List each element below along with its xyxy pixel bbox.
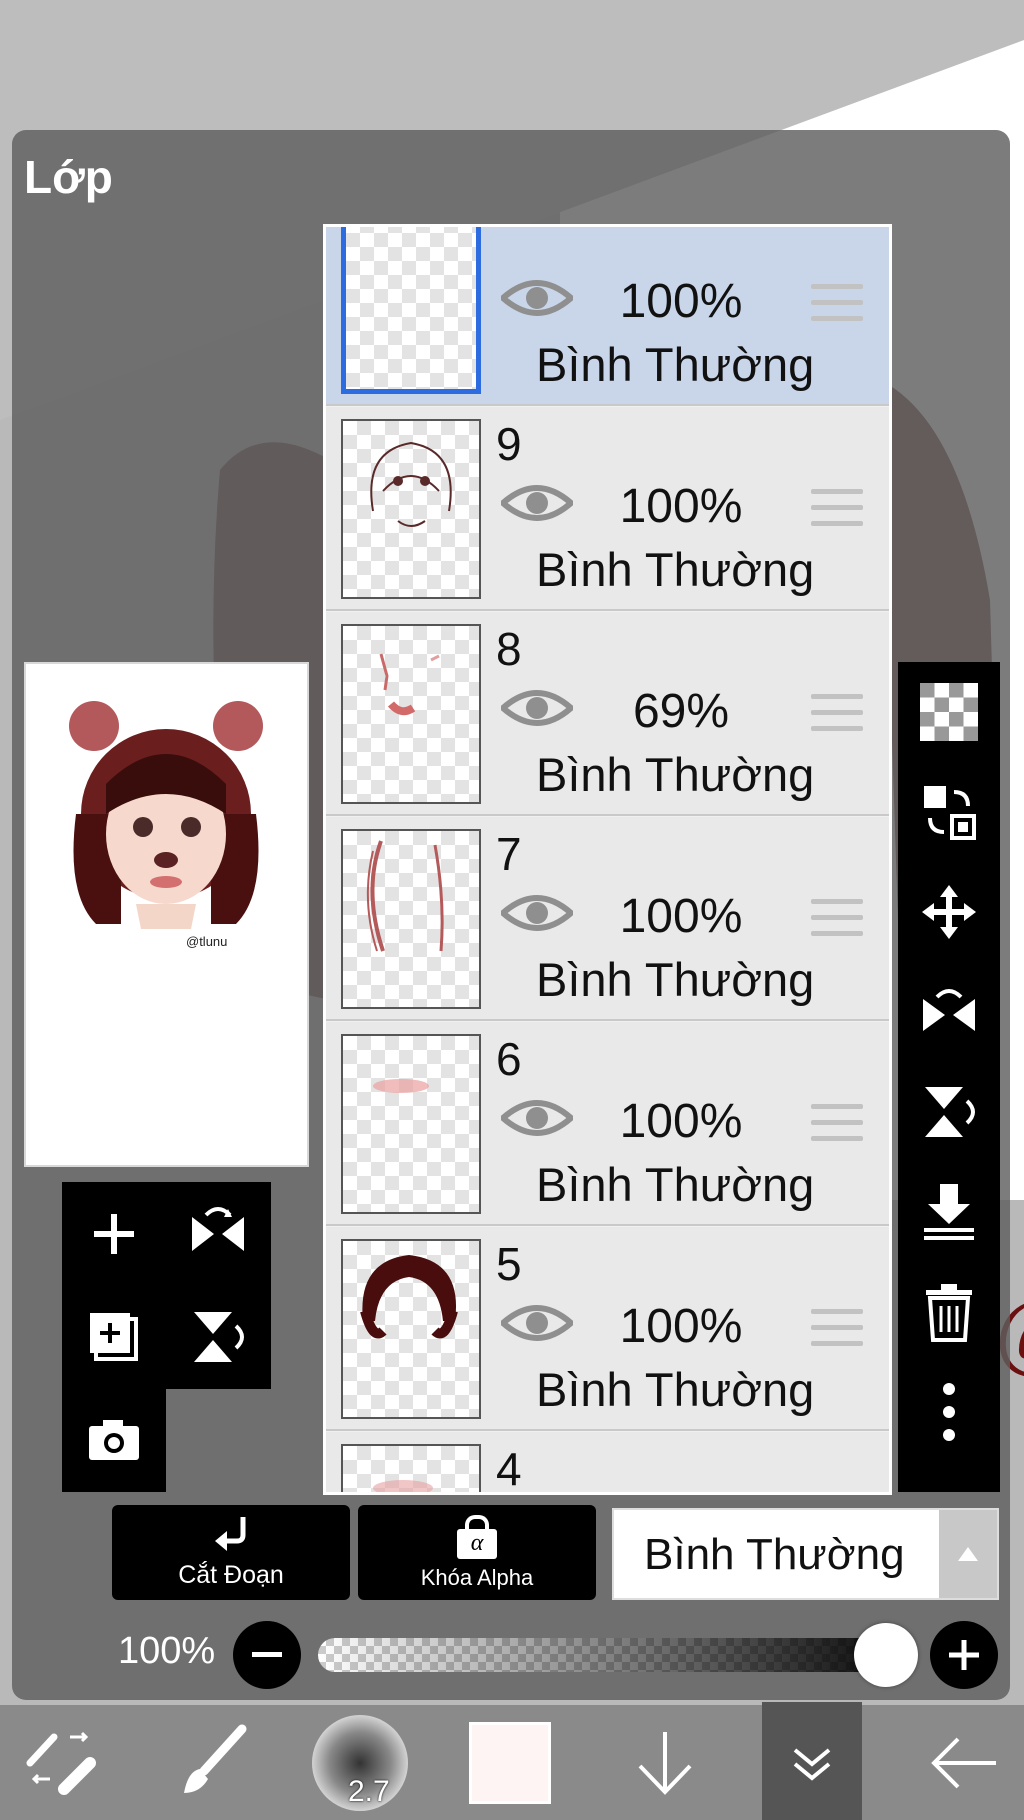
layer-row[interactable]: 9 100% Bình Thường: [326, 407, 889, 611]
layer-row[interactable]: 5 100% Bình Thường: [326, 1227, 889, 1431]
visibility-eye-icon[interactable]: [501, 479, 573, 527]
panel-title: Lớp: [24, 151, 113, 203]
drag-handle-icon[interactable]: [811, 489, 863, 537]
layer-thumbnail[interactable]: [341, 419, 481, 599]
brush-icon[interactable]: [150, 1705, 270, 1820]
trash-icon[interactable]: [898, 1262, 1000, 1362]
blend-mode-value: Bình Thường: [644, 1530, 905, 1579]
visibility-eye-icon[interactable]: [501, 684, 573, 732]
drag-handle-icon[interactable]: [811, 284, 863, 332]
visibility-eye-icon[interactable]: [501, 889, 573, 937]
layer-name: 8: [496, 623, 522, 675]
drag-handle-icon[interactable]: [811, 1104, 863, 1152]
layer-row[interactable]: 7 100% Bình Thường: [326, 817, 889, 1021]
layer-thumbnail[interactable]: [341, 1034, 481, 1214]
drag-handle-icon[interactable]: [811, 899, 863, 947]
brush-size-value: 2.7: [348, 1774, 390, 1808]
layer-opacity[interactable]: 100%: [576, 479, 786, 534]
layer-thumbnail[interactable]: [341, 1444, 481, 1492]
flip-horizontal-icon[interactable]: [166, 1182, 270, 1285]
layer-row[interactable]: 8 69% Bình Thường: [326, 612, 889, 816]
layer-opacity[interactable]: 100%: [576, 889, 786, 944]
layer-opacity[interactable]: 100%: [576, 274, 786, 329]
opacity-slider-handle[interactable]: [854, 1623, 918, 1687]
layer-row[interactable]: 6 100% Bình Thường: [326, 1022, 889, 1226]
layer-row[interactable]: 100% Bình Thường: [326, 227, 889, 406]
alpha-lock-button[interactable]: α Khóa Alpha: [358, 1505, 596, 1600]
clipping-label: Cắt Đoạn: [178, 1561, 284, 1589]
layer-blend-mode[interactable]: Bình Thường: [536, 542, 814, 597]
tools-icon[interactable]: [0, 1705, 120, 1820]
artwork-preview: @tlunu: [69, 701, 263, 949]
chevron-up-icon[interactable]: [939, 1510, 997, 1598]
opacity-slider[interactable]: [318, 1638, 918, 1672]
layer-name: 6: [496, 1033, 522, 1085]
layer-thumbnail[interactable]: [341, 829, 481, 1009]
clipping-icon: [215, 1517, 246, 1551]
layer-thumbnail[interactable]: [341, 1239, 481, 1419]
layer-name: 7: [496, 828, 522, 880]
alpha-lock-label: Khóa Alpha: [420, 1564, 534, 1590]
swap-layers-icon[interactable]: [898, 762, 1000, 862]
opacity-increase-button[interactable]: [930, 1621, 998, 1689]
brush-size-icon[interactable]: 2.7: [305, 1705, 415, 1820]
merge-down-icon[interactable]: [898, 1162, 1000, 1262]
flip-h-icon[interactable]: [898, 962, 1000, 1062]
blend-mode-select[interactable]: Bình Thường: [612, 1508, 999, 1600]
plus-icon[interactable]: [62, 1182, 166, 1285]
camera-icon[interactable]: [62, 1388, 166, 1492]
layer-blend-mode[interactable]: Bình Thường: [536, 337, 814, 392]
opacity-label: 100%: [118, 1630, 216, 1672]
layer-list[interactable]: 100% Bình Thường 9 100% Bình Thường 8 69% Bình …: [323, 224, 892, 1495]
layer-thumbnail[interactable]: [341, 227, 481, 394]
layer-blend-mode[interactable]: Bình Thường: [536, 1362, 814, 1417]
down-arrow-icon[interactable]: [610, 1705, 720, 1820]
layer-tools-right: [898, 662, 1000, 1492]
layer-name: 5: [496, 1238, 522, 1290]
transparency-icon[interactable]: [898, 662, 1000, 762]
layer-name: 4: [496, 1443, 522, 1495]
layer-opacity[interactable]: 100%: [576, 1299, 786, 1354]
more-icon[interactable]: [898, 1362, 1000, 1462]
layer-blend-mode[interactable]: Bình Thường: [536, 952, 814, 1007]
alpha-glyph: α: [470, 1530, 484, 1556]
drag-handle-icon[interactable]: [811, 694, 863, 742]
lock-icon: α: [457, 1514, 497, 1559]
layer-opacity[interactable]: 69%: [576, 684, 786, 739]
visibility-eye-icon[interactable]: [501, 1299, 573, 1347]
flip-v-icon[interactable]: [898, 1062, 1000, 1162]
move-icon[interactable]: [898, 862, 1000, 962]
layer-blend-mode[interactable]: Bình Thường: [536, 1157, 814, 1212]
flip-vertical-icon[interactable]: [166, 1285, 270, 1388]
visibility-eye-icon[interactable]: [501, 1094, 573, 1142]
add-copy-icon[interactable]: [62, 1285, 166, 1388]
layers-collapse-icon[interactable]: [762, 1702, 862, 1820]
layer-thumbnail[interactable]: [341, 624, 481, 804]
layer-blend-mode[interactable]: Bình Thường: [536, 747, 814, 802]
visibility-eye-icon[interactable]: [501, 274, 573, 322]
layer-name: 9: [496, 418, 522, 470]
layer-row[interactable]: 4100%Bình Thường: [326, 1432, 889, 1495]
artist-signature: @tlunu: [186, 934, 227, 949]
clipping-button[interactable]: Cắt Đoạn: [112, 1505, 350, 1600]
color-swatch[interactable]: [460, 1705, 560, 1820]
opacity-decrease-button[interactable]: [233, 1621, 301, 1689]
canvas-thumbnail[interactable]: @tlunu: [24, 662, 309, 1167]
layer-opacity[interactable]: 100%: [576, 1094, 786, 1149]
drag-handle-icon[interactable]: [811, 1309, 863, 1357]
bottom-toolbar: 2.7: [0, 1702, 1024, 1820]
back-icon[interactable]: [904, 1705, 1024, 1820]
